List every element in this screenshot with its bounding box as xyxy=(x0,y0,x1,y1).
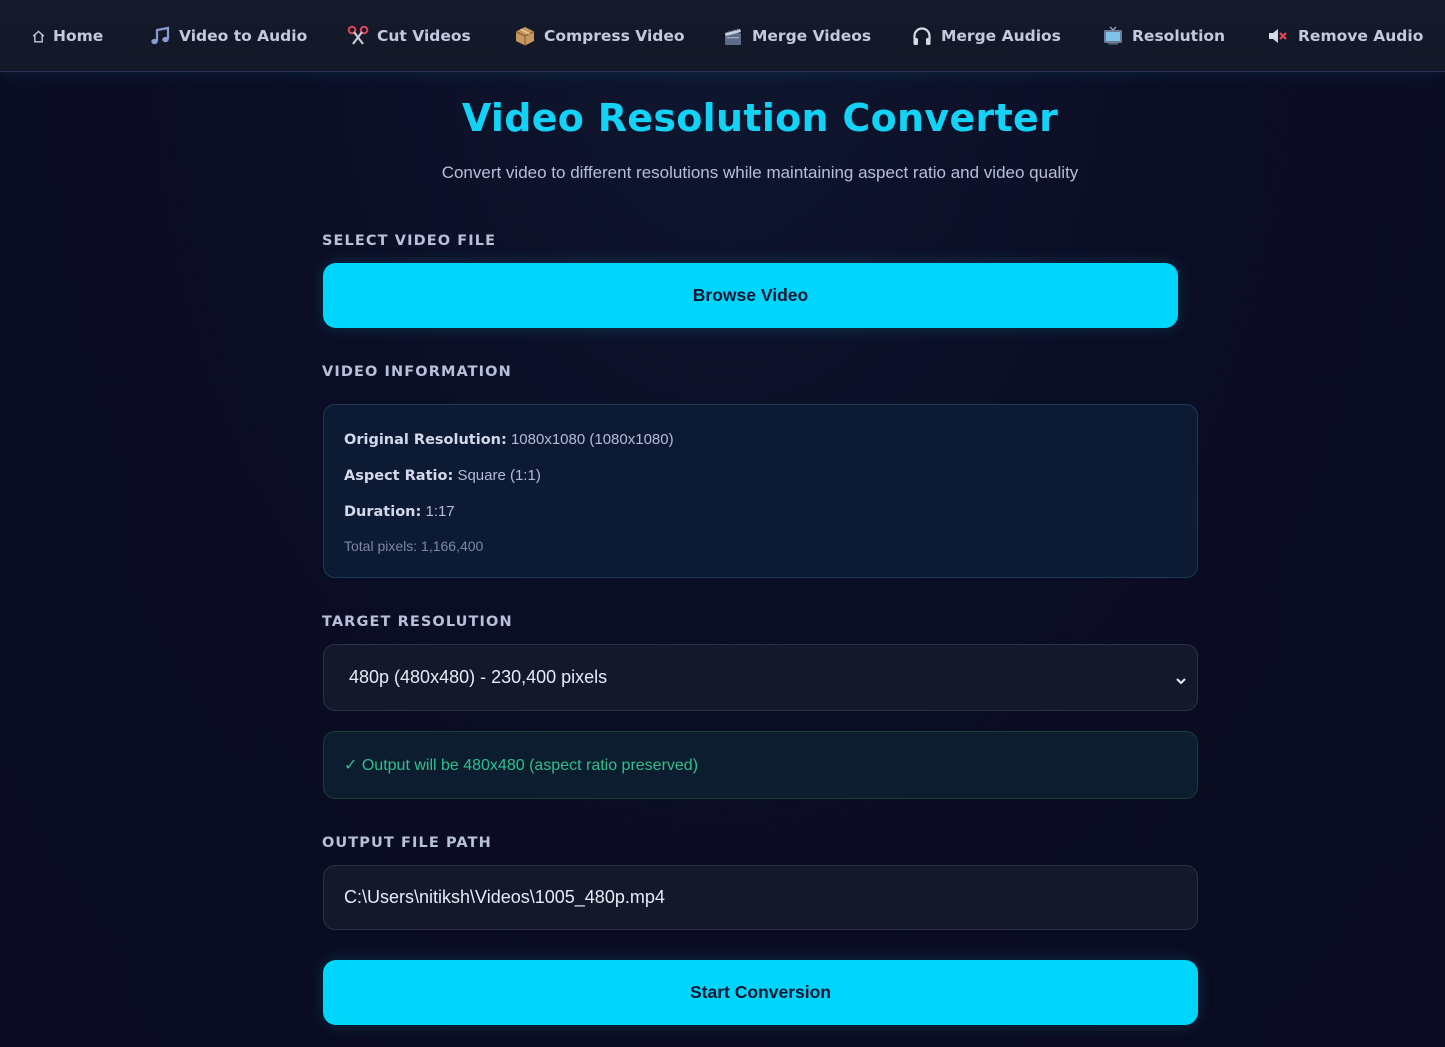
nav-home[interactable]: Home xyxy=(31,0,103,72)
target-resolution-value: 480p (480x480) - 230,400 pixels xyxy=(349,667,608,687)
start-conversion-button[interactable]: Start Conversion xyxy=(323,960,1198,1025)
aspect-ratio-notice-text: ✓ Output will be 480x480 (aspect ratio p… xyxy=(344,757,699,774)
nav-merge-videos-label: Merge Videos xyxy=(752,27,872,45)
headphones-icon xyxy=(911,25,933,47)
top-navigation: Home Video to Audio Cut Videos Compress … xyxy=(0,0,1445,72)
nav-video-to-audio-label: Video to Audio xyxy=(179,27,308,45)
nav-merge-audios[interactable]: Merge Audios xyxy=(911,0,1061,72)
nav-remove-audio-label: Remove Audio xyxy=(1298,27,1424,45)
nav-resolution[interactable]: Resolution xyxy=(1102,0,1225,72)
duration-row: Duration: 1:17 xyxy=(344,503,455,520)
nav-merge-audios-label: Merge Audios xyxy=(941,27,1061,45)
nav-merge-videos[interactable]: Merge Videos xyxy=(722,0,871,72)
aspect-ratio-row: Aspect Ratio: Square (1:1) xyxy=(344,467,541,484)
video-information-panel: Original Resolution: 1080x1080 (1080x108… xyxy=(323,404,1198,578)
page-title: Video Resolution Converter xyxy=(461,96,1059,140)
nav-video-to-audio[interactable]: Video to Audio xyxy=(149,0,307,72)
clapperboard-icon xyxy=(722,25,744,47)
aspect-ratio-notice: ✓ Output will be 480x480 (aspect ratio p… xyxy=(323,731,1198,799)
aspect-ratio-value: Square (1:1) xyxy=(457,467,541,484)
nav-cut-videos[interactable]: Cut Videos xyxy=(347,0,471,72)
target-resolution-select[interactable]: 480p (480x480) - 230,400 pixels xyxy=(323,644,1198,711)
music-note-icon xyxy=(149,25,171,47)
nav-compress-video-label: Compress Video xyxy=(544,27,685,45)
nav-cut-videos-label: Cut Videos xyxy=(377,27,471,45)
television-icon xyxy=(1102,25,1124,47)
home-icon xyxy=(31,25,45,47)
duration-label: Duration: xyxy=(344,504,422,520)
total-pixels-text: Total pixels: 1,166,400 xyxy=(344,538,484,554)
nav-compress-video[interactable]: Compress Video xyxy=(514,0,685,72)
nav-resolution-label: Resolution xyxy=(1132,27,1226,45)
target-resolution-label: TARGET RESOLUTION xyxy=(322,614,513,630)
aspect-ratio-label: Aspect Ratio: xyxy=(344,468,454,484)
chevron-down-icon xyxy=(1175,671,1187,692)
nav-remove-audio[interactable]: Remove Audio xyxy=(1266,0,1423,72)
muted-speaker-icon xyxy=(1266,25,1288,47)
select-file-label: SELECT VIDEO FILE xyxy=(322,233,497,249)
output-path-label: OUTPUT FILE PATH xyxy=(322,835,492,851)
video-information-label: VIDEO INFORMATION xyxy=(322,364,512,380)
page-subtitle: Convert video to different resolutions w… xyxy=(441,163,1079,182)
original-resolution-label: Original Resolution: xyxy=(344,432,507,448)
original-resolution-value: 1080x1080 (1080x1080) xyxy=(510,431,674,448)
scissors-icon xyxy=(347,25,369,47)
package-icon xyxy=(514,25,536,47)
original-resolution-row: Original Resolution: 1080x1080 (1080x108… xyxy=(344,431,674,448)
output-path-input[interactable] xyxy=(323,865,1198,930)
nav-home-label: Home xyxy=(53,27,104,45)
duration-value: 1:17 xyxy=(425,503,455,520)
browse-video-button[interactable]: Browse Video xyxy=(323,263,1178,328)
